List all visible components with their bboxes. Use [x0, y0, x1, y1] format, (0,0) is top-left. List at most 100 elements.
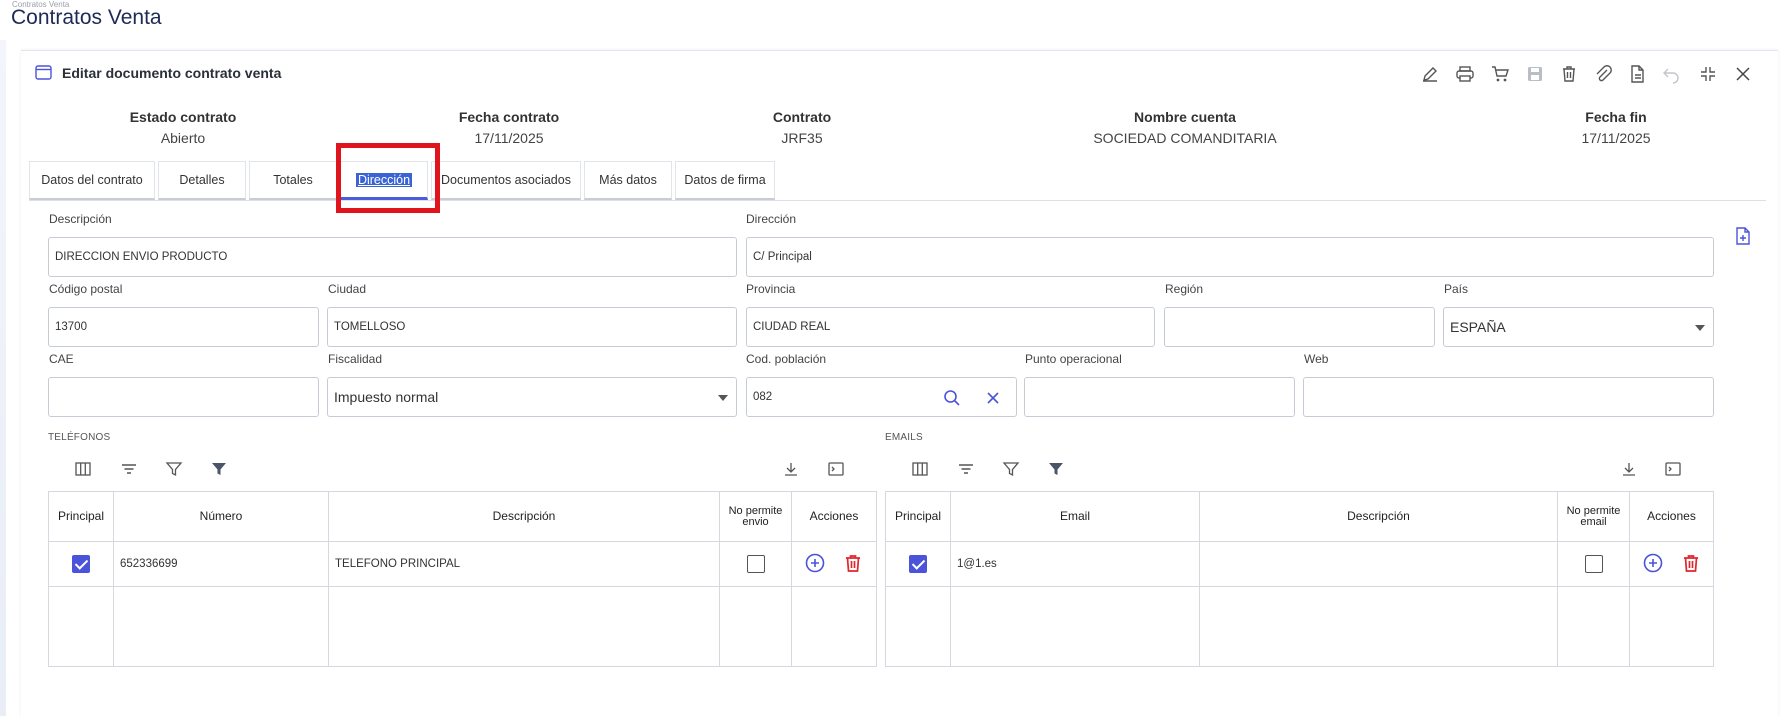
column-header[interactable]: Número: [113, 491, 329, 542]
cae-field[interactable]: [48, 377, 319, 417]
no-permite-checkbox[interactable]: [746, 555, 765, 573]
column-header[interactable]: No permite email: [1557, 491, 1630, 542]
terminal-icon[interactable]: [827, 460, 845, 478]
sort-icon[interactable]: [120, 460, 138, 478]
no-permite-cell: [719, 541, 792, 587]
table-row: [885, 586, 1714, 667]
page-title: Contratos Venta: [11, 6, 162, 29]
table-header-row: Principal Número Descripción No permite …: [48, 491, 877, 542]
column-header[interactable]: Email: [950, 491, 1200, 542]
download-icon[interactable]: [1620, 460, 1638, 478]
tab-datos-del-contrato[interactable]: Datos del contrato: [29, 161, 155, 200]
column-header[interactable]: Descripción: [328, 491, 720, 542]
principal-checkbox[interactable]: [909, 555, 927, 573]
email-cell: 1@1.es: [950, 541, 1200, 587]
chevron-down-icon: [718, 395, 728, 401]
principal-checkbox[interactable]: [72, 555, 90, 573]
panel-header: Editar documento contrato venta: [21, 51, 1778, 97]
background-strip: [0, 40, 6, 716]
save-icon[interactable]: [1525, 64, 1545, 84]
provincia-field[interactable]: CIUDAD REAL: [746, 307, 1155, 347]
column-header[interactable]: No permite envio: [719, 491, 792, 542]
tab-documentos-asociados[interactable]: Documentos asociados: [431, 161, 581, 200]
attach-icon[interactable]: [1593, 64, 1613, 84]
filter-icon[interactable]: [165, 460, 183, 478]
principal-cell: [885, 541, 951, 587]
tab-mas-datos[interactable]: Más datos: [584, 161, 672, 200]
filter-icon[interactable]: [1002, 460, 1020, 478]
add-circle-icon[interactable]: [1642, 552, 1664, 577]
highlight-annotation: [336, 143, 440, 213]
filter-filled-icon[interactable]: [1047, 460, 1065, 478]
add-document-icon[interactable]: [1734, 226, 1752, 246]
summary-estado-contrato: Estado contrato Abierto: [129, 109, 237, 146]
region-field[interactable]: [1164, 307, 1435, 347]
no-permite-checkbox[interactable]: [1584, 555, 1603, 573]
table-row: 652336699 TELEFONO PRINCIPAL: [48, 541, 877, 587]
descripcion-cell: TELEFONO PRINCIPAL: [328, 541, 720, 587]
tab-detalles[interactable]: Detalles: [158, 161, 246, 200]
summary-fecha-fin: Fecha fin 17/11/2025: [1581, 109, 1651, 146]
emails-table: Principal Email Descripción No permite e…: [885, 491, 1714, 667]
download-icon[interactable]: [782, 460, 800, 478]
descripcion-label: Descripción: [49, 212, 112, 226]
tab-datos-de-firma[interactable]: Datos de firma: [675, 161, 775, 200]
delete-icon[interactable]: [842, 552, 864, 577]
direccion-label: Dirección: [746, 212, 797, 226]
codigo-postal-field[interactable]: 13700: [48, 307, 319, 347]
acciones-cell: [791, 541, 877, 587]
telefonos-title: TELÉFONOS: [48, 432, 111, 443]
column-header[interactable]: Acciones: [791, 491, 877, 542]
ciudad-field[interactable]: TOMELLOSO: [327, 307, 737, 347]
fiscalidad-select[interactable]: Impuesto normal: [327, 377, 737, 417]
delete-icon[interactable]: [1680, 552, 1702, 577]
region-label: Región: [1165, 282, 1204, 296]
chevron-down-icon: [1695, 325, 1705, 331]
clear-icon[interactable]: [985, 390, 1001, 409]
document-icon[interactable]: [1627, 64, 1647, 84]
principal-cell: [48, 541, 114, 587]
terminal-icon[interactable]: [1664, 460, 1682, 478]
telefonos-table: Principal Número Descripción No permite …: [48, 491, 877, 667]
punto-operacional-field[interactable]: [1024, 377, 1295, 417]
search-icon[interactable]: [943, 389, 961, 410]
filter-filled-icon[interactable]: [210, 460, 228, 478]
table-row: 1@1.es: [885, 541, 1714, 587]
add-circle-icon[interactable]: [804, 552, 826, 577]
codigo-postal-label: Código postal: [49, 282, 123, 296]
cart-icon[interactable]: [1490, 64, 1510, 84]
trash-icon[interactable]: [1559, 64, 1579, 84]
summary-contrato: Contrato JRF35: [772, 109, 832, 146]
punto-operacional-label: Punto operacional: [1025, 352, 1122, 366]
summary-fecha-contrato: Fecha contrato 17/11/2025: [458, 109, 560, 146]
column-header[interactable]: Principal: [48, 491, 114, 542]
print-icon[interactable]: [1455, 64, 1475, 84]
table-header-row: Principal Email Descripción No permite e…: [885, 491, 1714, 542]
column-header[interactable]: Principal: [885, 491, 951, 542]
fiscalidad-label: Fiscalidad: [328, 352, 383, 366]
web-field[interactable]: [1303, 377, 1714, 417]
sort-icon[interactable]: [957, 460, 975, 478]
descripcion-field[interactable]: DIRECCION ENVIO PRODUCTO: [48, 237, 737, 277]
edit-icon[interactable]: [1420, 64, 1440, 84]
emails-title: EMAILS: [885, 432, 923, 443]
window-icon: [35, 65, 52, 80]
panel-title: Editar documento contrato venta: [62, 65, 282, 81]
ciudad-label: Ciudad: [328, 282, 367, 296]
close-icon[interactable]: [1733, 64, 1753, 84]
column-header[interactable]: Descripción: [1199, 491, 1558, 542]
columns-icon[interactable]: [911, 460, 929, 478]
tab-totales[interactable]: Totales: [249, 161, 337, 200]
undo-icon[interactable]: [1661, 64, 1681, 84]
column-header[interactable]: Acciones: [1629, 491, 1714, 542]
numero-cell: 652336699: [113, 541, 329, 587]
pais-select[interactable]: ESPAÑA: [1443, 307, 1714, 347]
summary-nombre-cuenta: Nombre cuenta SOCIEDAD COMANDITARIA: [1093, 109, 1277, 146]
direccion-field[interactable]: C/ Principal: [746, 237, 1714, 277]
provincia-label: Provincia: [746, 282, 796, 296]
columns-icon[interactable]: [74, 460, 92, 478]
collapse-icon[interactable]: [1698, 64, 1718, 84]
descripcion-cell: [1199, 541, 1558, 587]
cod-poblacion-field[interactable]: 082: [746, 377, 1017, 417]
pais-label: País: [1444, 282, 1469, 296]
